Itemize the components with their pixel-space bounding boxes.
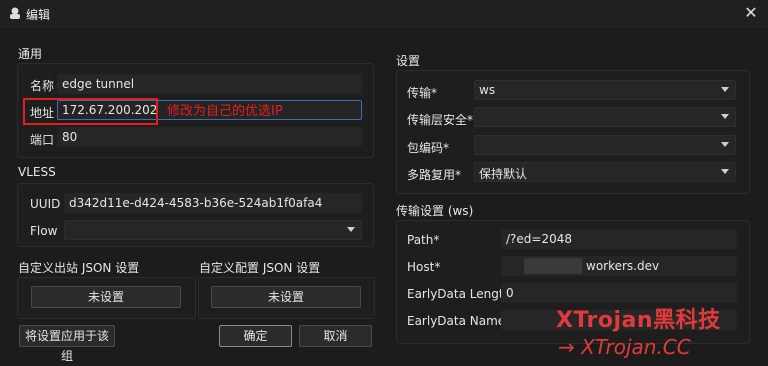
close-icon[interactable]: ✕ <box>742 4 760 22</box>
chevron-down-icon <box>347 227 355 232</box>
apply-to-group-button[interactable]: 将设置应用于该组 <box>19 325 115 363</box>
encoding-label: 包编码* <box>407 141 450 155</box>
earlydata-length-field[interactable]: 0 <box>501 283 737 303</box>
mux-label: 多路复用* <box>407 168 462 182</box>
earlydata-length-label: EarlyData Length <box>407 287 512 301</box>
transport-value: ws <box>479 83 496 97</box>
host-label: Host* <box>407 260 441 274</box>
flow-select[interactable] <box>64 220 362 240</box>
watermark-url: → XTrojan.CC <box>558 335 691 359</box>
transport-settings-title: 传输设置 (ws) <box>396 204 474 218</box>
host-value: workers.dev <box>586 259 660 273</box>
annotation-text: 修改为自己的优选IP <box>167 104 283 119</box>
chevron-down-icon <box>721 142 729 147</box>
ok-button[interactable]: 确定 <box>219 325 292 347</box>
chevron-down-icon <box>721 87 729 92</box>
port-field[interactable]: 80 <box>57 127 362 147</box>
uuid-label: UUID <box>30 197 61 211</box>
earlydata-name-label: EarlyData Name <box>407 314 506 328</box>
outbound-json-title: 自定义出站 JSON 设置 <box>18 261 140 275</box>
name-field[interactable]: edge tunnel <box>57 74 362 94</box>
general-section-title: 通用 <box>18 47 43 61</box>
transport-label: 传输* <box>407 86 438 100</box>
transport-select[interactable]: ws <box>474 80 736 100</box>
config-json-button[interactable]: 未设置 <box>211 286 361 308</box>
security-select[interactable] <box>474 107 736 127</box>
app-icon <box>10 7 20 19</box>
chevron-down-icon <box>721 114 729 119</box>
window-title: 编辑 <box>26 8 51 22</box>
highlight-box <box>23 98 158 125</box>
host-field[interactable]: workers.dev <box>501 256 737 276</box>
mux-select[interactable]: 保持默认 <box>474 162 736 182</box>
uuid-field[interactable]: d342d11e-d424-4583-b36e-524ab1f0afa4 <box>64 193 362 213</box>
cancel-button[interactable]: 取消 <box>299 325 372 347</box>
port-label: 端口 <box>30 133 55 147</box>
settings-section-title: 设置 <box>396 54 421 68</box>
path-label: Path* <box>407 233 440 247</box>
security-label: 传输层安全* <box>407 113 474 127</box>
path-field[interactable]: /?ed=2048 <box>501 229 737 249</box>
redacted-block <box>524 258 582 274</box>
flow-label: Flow <box>30 224 58 238</box>
outbound-json-button[interactable]: 未设置 <box>31 286 181 308</box>
name-label: 名称 <box>30 79 55 93</box>
vless-section-title: VLESS <box>18 165 56 179</box>
watermark-title: XTrojan黑科技 <box>556 308 721 333</box>
config-json-title: 自定义配置 JSON 设置 <box>199 261 321 275</box>
mux-value: 保持默认 <box>479 167 528 181</box>
chevron-down-icon <box>721 169 729 174</box>
encoding-select[interactable] <box>474 135 736 155</box>
title-bar: 编辑 ✕ <box>0 0 768 28</box>
